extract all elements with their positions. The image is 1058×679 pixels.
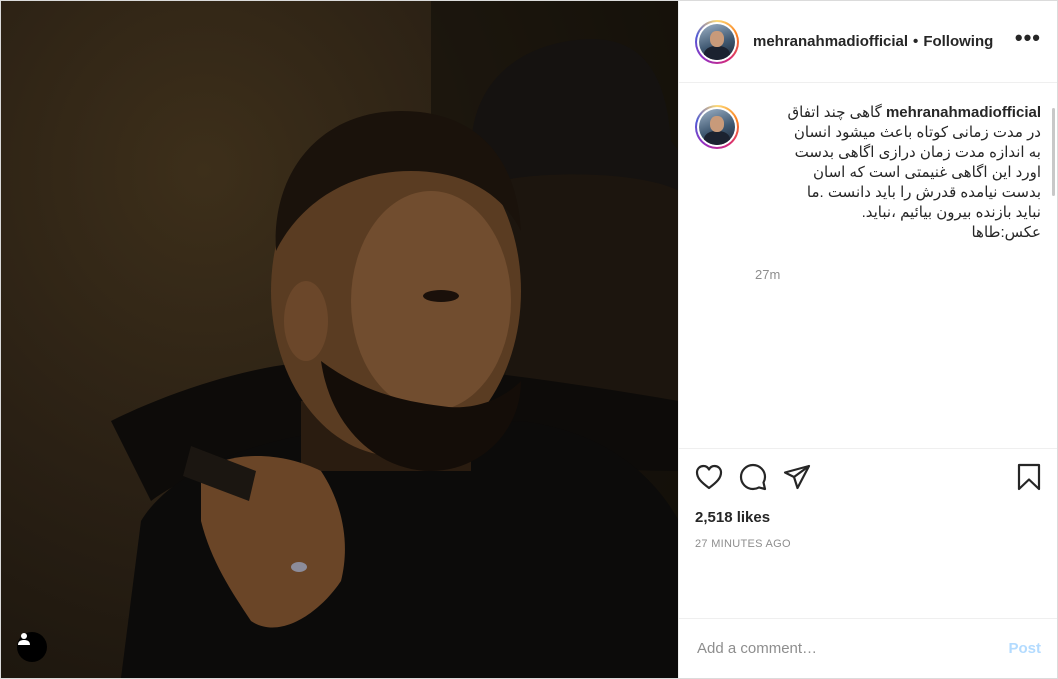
user-tag-icon <box>18 633 30 645</box>
caption-text: mehranahmadiofficial گاهی چند اتفاق در م… <box>755 103 1042 243</box>
post-side-panel: mehranahmadiofficial • Following ••• meh… <box>678 1 1057 678</box>
caption-username[interactable]: mehranahmadiofficial <box>886 104 1041 121</box>
following-button[interactable]: Following <box>923 33 993 50</box>
caption-avatar[interactable] <box>695 105 739 149</box>
photo-illustration <box>111 1 678 678</box>
comment-bubble-icon[interactable] <box>739 463 767 491</box>
caption-timestamp[interactable]: 27m <box>755 267 1041 282</box>
paper-plane-icon[interactable] <box>783 464 811 490</box>
caption-body-text: گاهی چند اتفاق در مدت زمانی کوتاه باعث م… <box>787 104 1042 241</box>
more-options-icon[interactable]: ••• <box>1015 26 1041 57</box>
header-separator: • <box>913 33 919 50</box>
bookmark-icon[interactable] <box>1017 463 1041 491</box>
post-photo[interactable] <box>1 1 678 678</box>
author-avatar[interactable] <box>695 19 739 64</box>
likes-count[interactable]: 2,518 likes <box>695 509 1041 526</box>
post-actions: 2,518 likes 27 MINUTES AGO <box>679 448 1057 618</box>
tagged-users-button[interactable] <box>17 632 47 662</box>
post-header: mehranahmadiofficial • Following ••• <box>679 1 1057 83</box>
comment-form: Post <box>679 618 1057 678</box>
post-time[interactable]: 27 MINUTES AGO <box>695 538 1041 550</box>
post-comment-button[interactable]: Post <box>1008 640 1041 657</box>
author-username[interactable]: mehranahmadiofficial <box>753 33 908 50</box>
comments-area: mehranahmadiofficial گاهی چند اتفاق در م… <box>679 83 1057 448</box>
caption: mehranahmadiofficial گاهی چند اتفاق در م… <box>695 103 1041 282</box>
heart-icon[interactable] <box>695 464 723 490</box>
post-dialog: mehranahmadiofficial • Following ••• meh… <box>0 0 1058 679</box>
comments-scrollbar[interactable] <box>1052 108 1055 196</box>
comment-input[interactable] <box>695 639 1009 658</box>
action-icons <box>695 449 1041 505</box>
